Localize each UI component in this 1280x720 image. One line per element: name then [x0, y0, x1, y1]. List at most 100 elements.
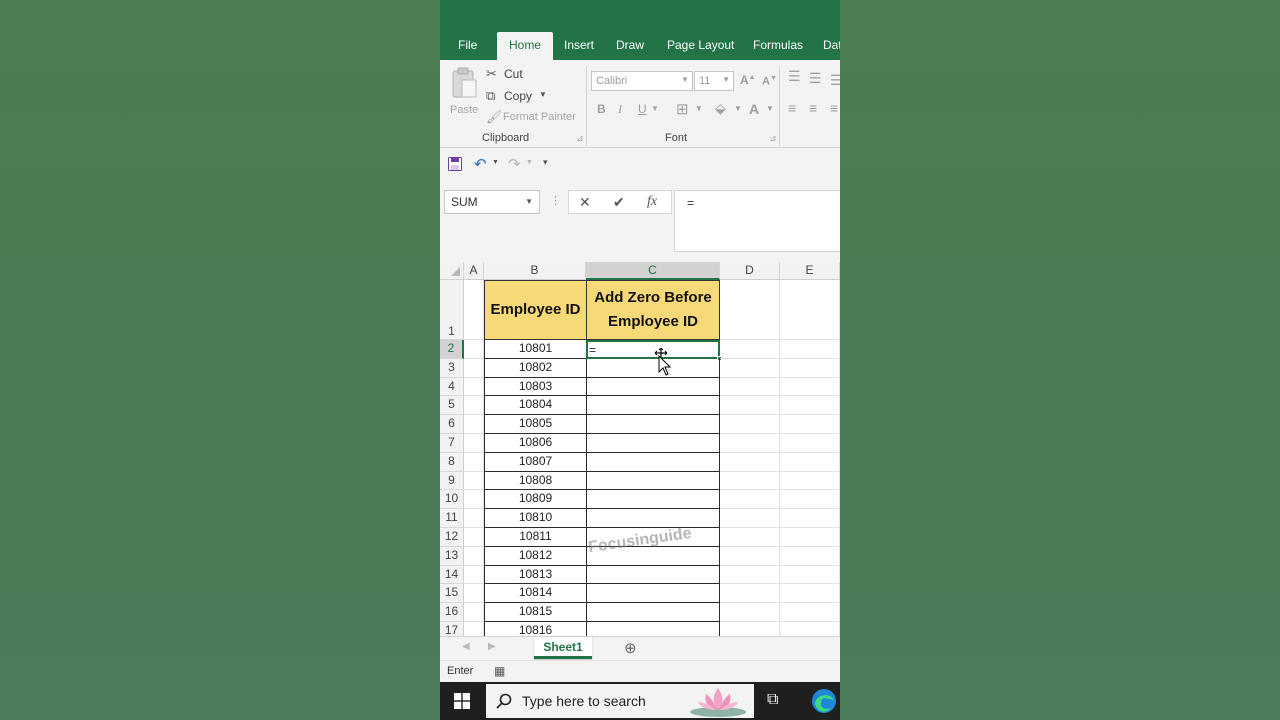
cell[interactable]: [464, 358, 484, 378]
add-zero-header-cell[interactable]: Add Zero Before Employee ID: [586, 280, 720, 340]
cell[interactable]: [464, 471, 484, 491]
align-top-icon[interactable]: ☰: [788, 68, 801, 85]
cancel-icon[interactable]: ✕: [579, 194, 591, 211]
align-middle-icon[interactable]: ☰: [809, 70, 822, 87]
font-color-icon[interactable]: A: [749, 101, 759, 117]
cell[interactable]: [464, 452, 484, 472]
employee-id-cell[interactable]: 10815: [484, 603, 587, 622]
cell[interactable]: [586, 603, 720, 622]
employee-id-cell[interactable]: 10813: [484, 565, 587, 585]
cell[interactable]: [586, 490, 720, 510]
edge-browser-icon[interactable]: [811, 688, 837, 714]
cell[interactable]: [780, 584, 840, 604]
scroll-right-icon[interactable]: ▶: [488, 641, 496, 652]
task-view-icon[interactable]: ⧉: [767, 691, 778, 709]
active-cell[interactable]: =: [586, 340, 720, 359]
underline-icon[interactable]: U: [638, 102, 647, 116]
scroll-left-icon[interactable]: ◀: [462, 641, 470, 652]
cell[interactable]: [586, 358, 720, 378]
decrease-font-icon[interactable]: A▼: [762, 75, 777, 88]
new-sheet-icon[interactable]: ⊕: [624, 639, 637, 657]
cell[interactable]: [464, 490, 484, 510]
cell[interactable]: [780, 509, 840, 528]
cell[interactable]: [464, 377, 484, 397]
tab-page-layout[interactable]: Page Layout: [667, 38, 734, 52]
tab-formulas[interactable]: Formulas: [753, 38, 803, 52]
cell[interactable]: [464, 396, 484, 416]
align-left-icon[interactable]: ≡: [788, 100, 796, 116]
tab-insert[interactable]: Insert: [564, 38, 594, 52]
cell[interactable]: [720, 528, 780, 547]
employee-id-cell[interactable]: 10816: [484, 622, 587, 636]
row-header[interactable]: 14: [440, 565, 464, 585]
employee-id-cell[interactable]: 10801: [484, 340, 587, 359]
save-icon[interactable]: [448, 157, 462, 171]
taskbar-search[interactable]: Type here to search: [486, 684, 754, 718]
cell[interactable]: [464, 584, 484, 604]
row-header[interactable]: 11: [440, 509, 464, 528]
cell[interactable]: [464, 528, 484, 547]
cell[interactable]: [780, 622, 840, 636]
cell[interactable]: [720, 358, 780, 378]
increase-font-icon[interactable]: A▲: [740, 73, 756, 87]
cell[interactable]: [586, 377, 720, 397]
chevron-down-icon[interactable]: ▼: [526, 159, 533, 166]
select-all-button[interactable]: [440, 262, 464, 280]
row-header[interactable]: 7: [440, 434, 464, 453]
dialog-launcher-icon[interactable]: ⊿: [576, 133, 584, 144]
cell[interactable]: [780, 358, 840, 378]
format-painter-button[interactable]: 🖌 Format Painter: [486, 109, 586, 127]
column-header-d[interactable]: D: [720, 262, 780, 280]
cell[interactable]: [464, 546, 484, 566]
accessibility-icon[interactable]: ▦: [494, 664, 505, 678]
chevron-down-icon[interactable]: ▼: [734, 104, 742, 113]
dialog-launcher-icon[interactable]: ⊿: [769, 133, 777, 144]
enter-check-icon[interactable]: ✔: [613, 194, 625, 211]
cell[interactable]: [586, 452, 720, 472]
row-header[interactable]: 10: [440, 490, 464, 510]
row-header[interactable]: 13: [440, 546, 464, 566]
fill-color-icon[interactable]: ⬙: [715, 100, 726, 117]
employee-id-cell[interactable]: 10812: [484, 546, 587, 566]
cell[interactable]: [720, 340, 780, 359]
copy-button[interactable]: ⧉ Copy ▼: [486, 88, 576, 106]
cell[interactable]: [586, 565, 720, 585]
column-header-e[interactable]: E: [780, 262, 840, 280]
cell[interactable]: [720, 415, 780, 434]
cell[interactable]: [720, 471, 780, 491]
tab-file[interactable]: File: [458, 38, 477, 52]
cell[interactable]: [586, 584, 720, 604]
sheet-tab-sheet1[interactable]: Sheet1: [534, 637, 592, 659]
cell[interactable]: [720, 396, 780, 416]
cell[interactable]: [780, 340, 840, 359]
paste-button[interactable]: Paste: [450, 66, 478, 126]
row-header[interactable]: 15: [440, 584, 464, 604]
cell[interactable]: [780, 490, 840, 510]
employee-id-cell[interactable]: 10809: [484, 490, 587, 510]
cell[interactable]: [586, 415, 720, 434]
cell[interactable]: [464, 415, 484, 434]
cell[interactable]: [780, 415, 840, 434]
column-header-a[interactable]: A: [464, 262, 484, 280]
undo-icon[interactable]: ↶: [474, 155, 487, 173]
cell[interactable]: [464, 434, 484, 453]
column-header-c[interactable]: C: [586, 262, 720, 280]
employee-id-cell[interactable]: 10808: [484, 471, 587, 491]
employee-id-cell[interactable]: 10807: [484, 452, 587, 472]
employee-id-header-cell[interactable]: Employee ID: [484, 280, 587, 340]
cell[interactable]: [780, 528, 840, 547]
column-header-b[interactable]: B: [484, 262, 586, 280]
row-header[interactable]: 8: [440, 452, 464, 472]
row-header[interactable]: 5: [440, 396, 464, 416]
cell[interactable]: [720, 377, 780, 397]
cell[interactable]: [720, 490, 780, 510]
employee-id-cell[interactable]: 10810: [484, 509, 587, 528]
cell[interactable]: [464, 280, 484, 340]
font-size-combo[interactable]: 11 ▼: [694, 71, 734, 91]
tab-draw[interactable]: Draw: [616, 38, 644, 52]
borders-icon[interactable]: ⊞: [676, 100, 689, 118]
font-name-combo[interactable]: Calibri ▼: [591, 71, 693, 91]
cell[interactable]: [586, 622, 720, 636]
chevron-down-icon[interactable]: ▼: [651, 104, 659, 113]
cell[interactable]: [780, 603, 840, 622]
